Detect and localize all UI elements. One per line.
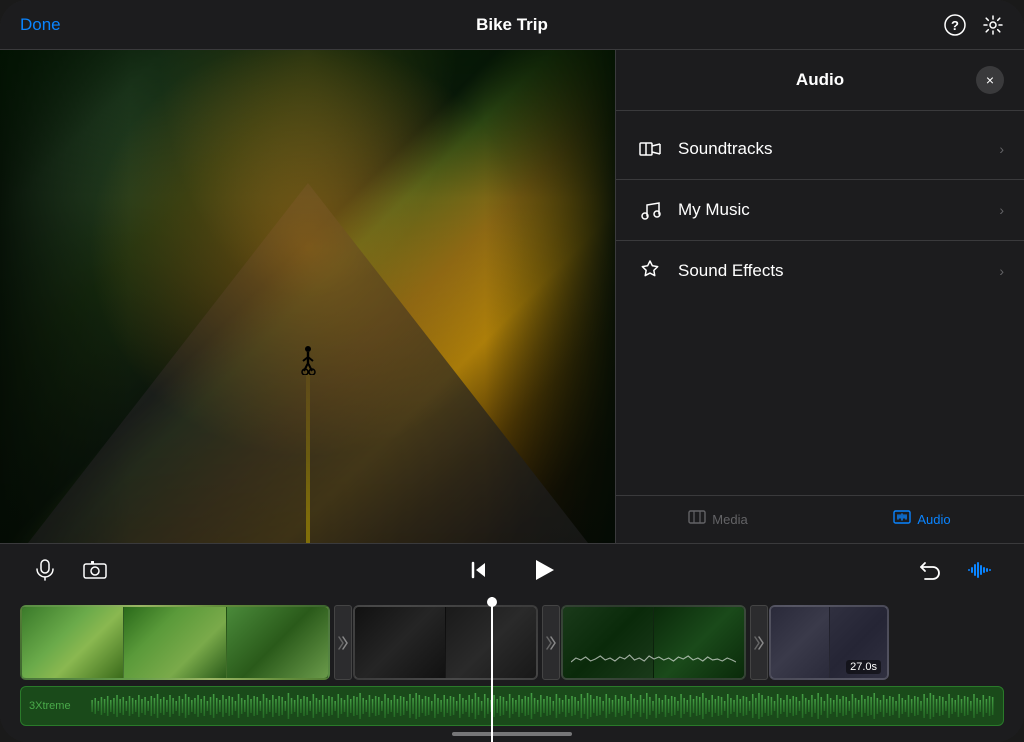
device-frame: Done Bike Trip ?	[0, 0, 1024, 742]
my-music-label: My Music	[678, 200, 985, 220]
soundtracks-menu-item[interactable]: Soundtracks ›	[616, 119, 1024, 180]
media-tab[interactable]: Media	[616, 496, 820, 543]
top-bar: Done Bike Trip ?	[0, 0, 1024, 50]
toolbar-center	[464, 552, 560, 588]
video-frame	[0, 50, 615, 543]
table-row[interactable]	[353, 605, 538, 680]
soundtracks-label: Soundtracks	[678, 139, 985, 159]
video-preview	[0, 50, 615, 543]
clip-duration-label: 27.0s	[846, 660, 881, 674]
svg-text:?: ?	[951, 18, 959, 33]
clip-transition[interactable]	[542, 605, 560, 680]
clip-frame	[355, 607, 446, 678]
sound-effects-label: Sound Effects	[678, 261, 985, 281]
top-bar-right: ?	[884, 14, 1004, 36]
camera-icon[interactable]	[80, 555, 110, 585]
timeline-tracks: 27.0s 3Xtreme	[0, 605, 1024, 734]
top-bar-left: Done	[20, 15, 140, 35]
playhead	[491, 597, 493, 742]
audio-track-bar[interactable]: 3Xtreme // Generate wav	[20, 686, 1004, 726]
project-title: Bike Trip	[140, 15, 884, 35]
clip-transition[interactable]	[334, 605, 352, 680]
audio-panel-title: Audio	[664, 70, 976, 90]
microphone-icon[interactable]	[30, 555, 60, 585]
road-overlay	[0, 50, 615, 543]
clip-filmstrip-1	[22, 607, 328, 678]
audio-panel-spacer	[616, 311, 1024, 495]
done-button[interactable]: Done	[20, 15, 61, 35]
clip-frame	[227, 607, 328, 678]
audio-tab-icon	[893, 508, 911, 531]
my-music-chevron: ›	[999, 202, 1004, 218]
bottom-section: 27.0s 3Xtreme	[0, 543, 1024, 742]
audio-tab[interactable]: Audio	[820, 496, 1024, 543]
table-row[interactable]: 27.0s	[769, 605, 889, 680]
audio-tab-label: Audio	[917, 512, 950, 527]
media-tab-icon	[688, 508, 706, 531]
play-button[interactable]	[524, 552, 560, 588]
main-content: Audio ×	[0, 50, 1024, 543]
media-tab-label: Media	[712, 512, 747, 527]
clip-transition[interactable]	[750, 605, 768, 680]
waveform-icon[interactable]	[964, 555, 994, 585]
help-icon[interactable]: ?	[944, 14, 966, 36]
sound-effects-icon	[636, 257, 664, 285]
toolbar-right	[914, 555, 994, 585]
audio-panel-header: Audio ×	[616, 50, 1024, 111]
sound-effects-chevron: ›	[999, 263, 1004, 279]
audio-panel: Audio ×	[615, 50, 1024, 543]
audio-track: 3Xtreme // Generate wav	[20, 686, 1004, 734]
toolbar	[0, 543, 1024, 595]
undo-icon[interactable]	[914, 555, 944, 585]
video-track: 27.0s	[20, 605, 1004, 680]
skip-to-start-icon[interactable]	[464, 555, 494, 585]
clip-filmstrip-2	[355, 607, 536, 678]
table-row[interactable]	[20, 605, 330, 680]
clip-frame	[22, 607, 124, 678]
soundtracks-chevron: ›	[999, 141, 1004, 157]
table-row[interactable]	[561, 605, 746, 680]
audio-menu: Soundtracks › My Music ›	[616, 111, 1024, 311]
clip-frame	[771, 607, 830, 678]
timeline[interactable]: 27.0s 3Xtreme	[0, 595, 1024, 742]
my-music-menu-item[interactable]: My Music ›	[616, 180, 1024, 241]
audio-tab-bar: Media Audio	[616, 495, 1024, 543]
audio-close-button[interactable]: ×	[976, 66, 1004, 94]
clip-frame	[124, 607, 226, 678]
waveform-mini	[571, 652, 736, 672]
biker-silhouette	[300, 345, 316, 375]
home-indicator	[452, 732, 572, 736]
settings-icon[interactable]	[982, 14, 1004, 36]
audio-track-label: 3Xtreme	[29, 700, 71, 712]
my-music-icon	[636, 196, 664, 224]
sound-effects-menu-item[interactable]: Sound Effects ›	[616, 241, 1024, 301]
toolbar-left	[30, 555, 110, 585]
audio-waveform: // Generate waveform bars	[21, 687, 1003, 725]
soundtracks-icon	[636, 135, 664, 163]
